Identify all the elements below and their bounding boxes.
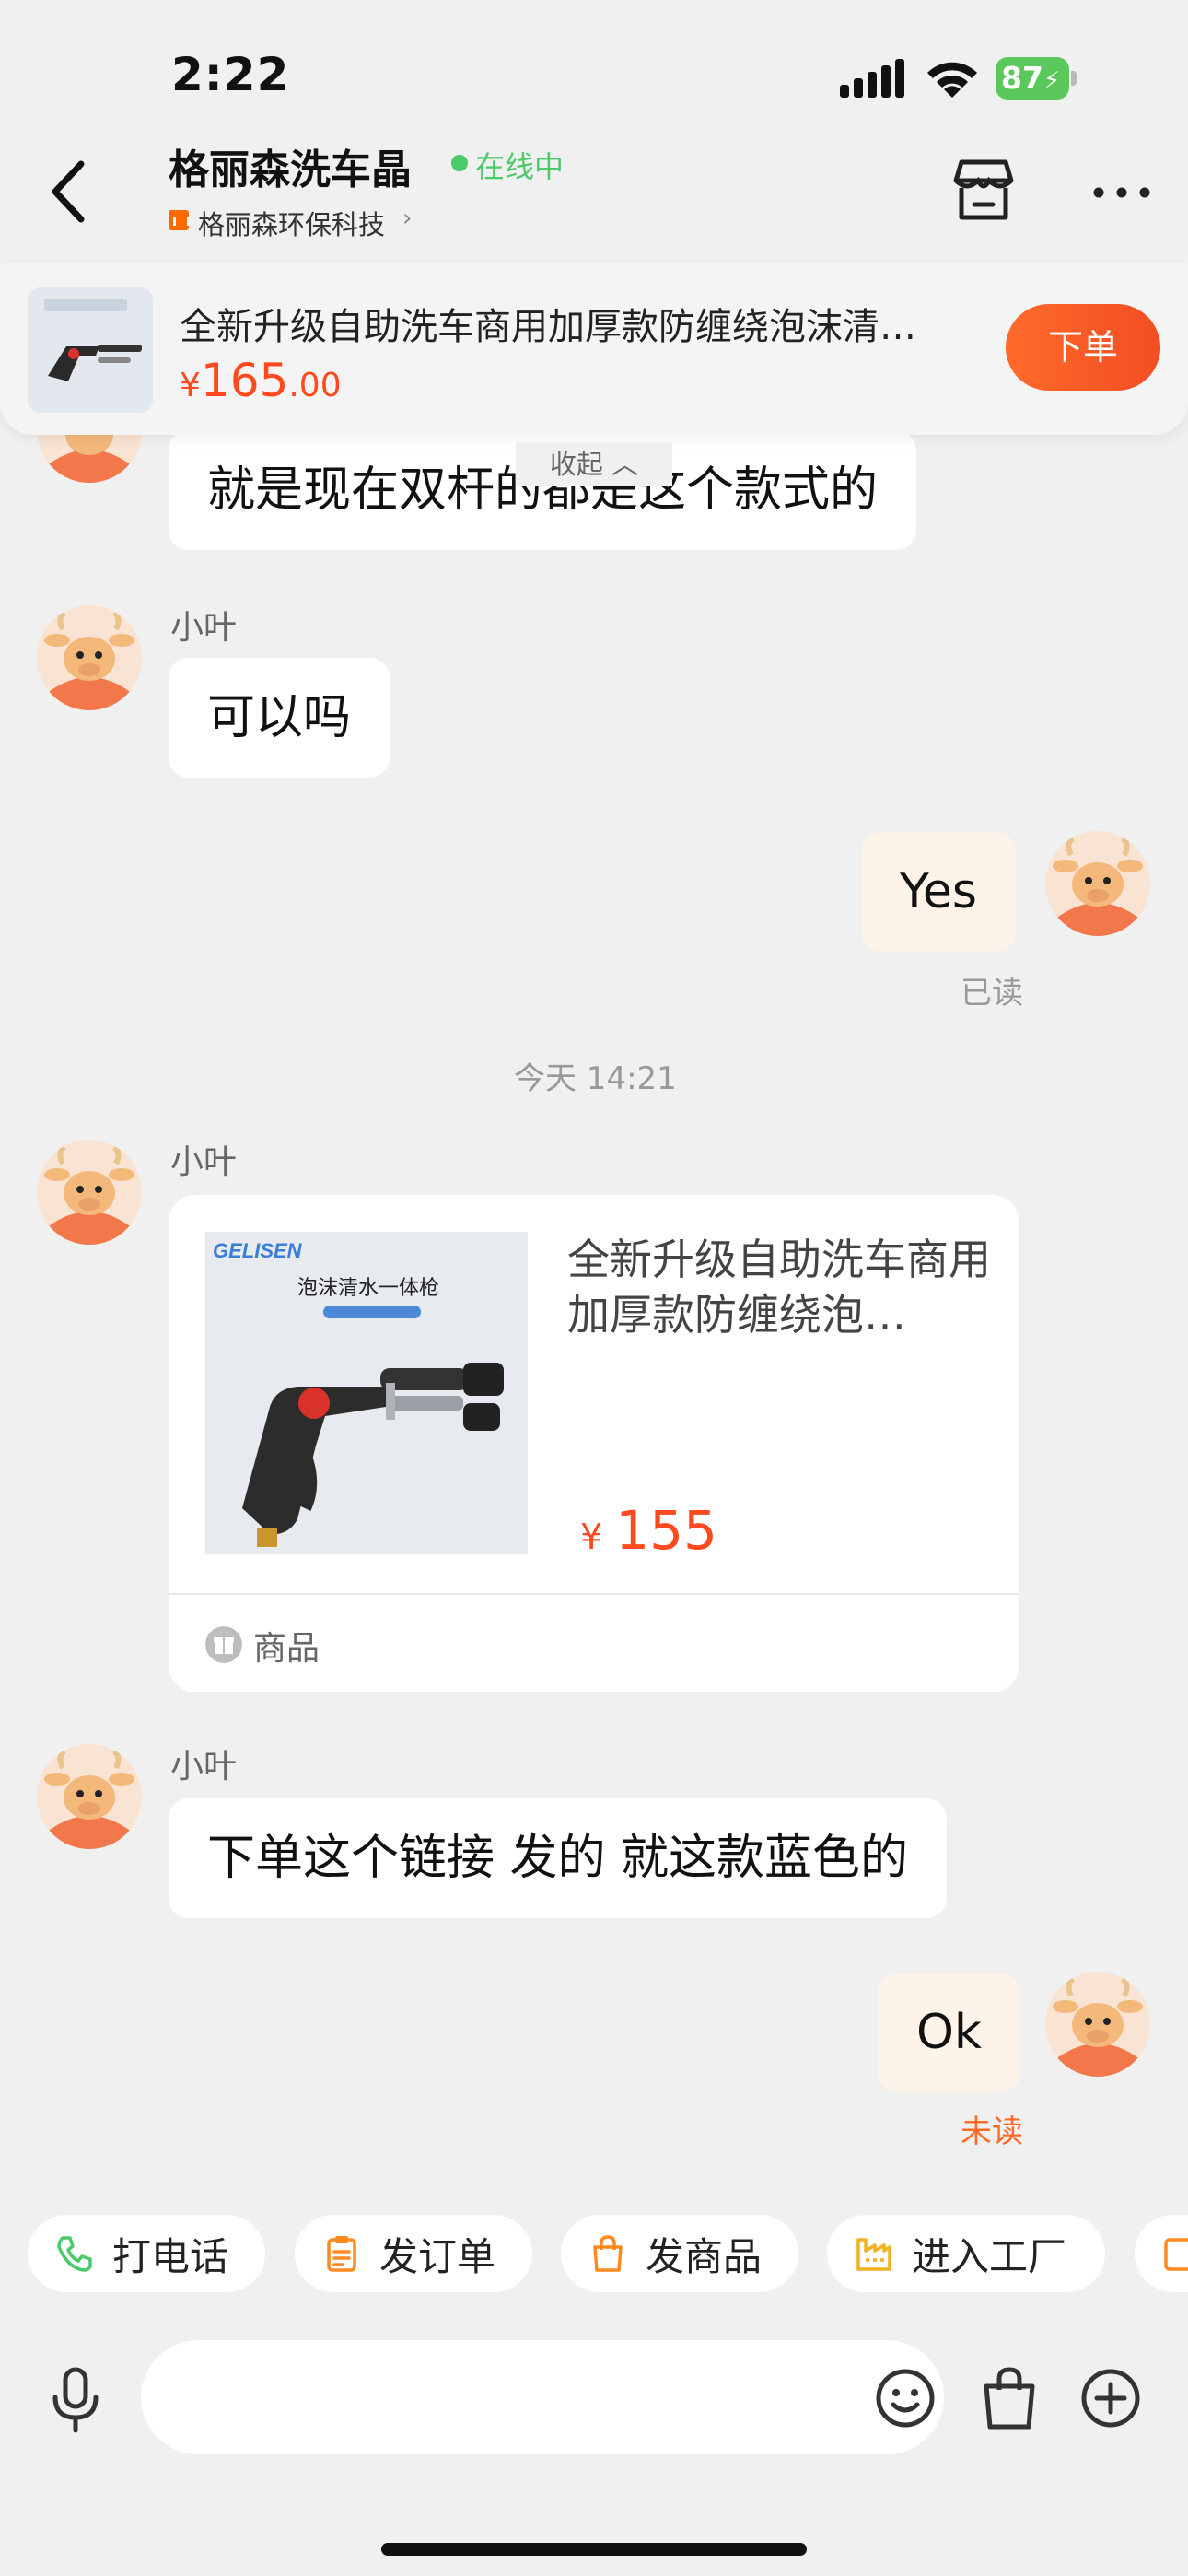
more-options-icon[interactable] (1092, 186, 1151, 199)
avatar[interactable] (37, 1140, 142, 1245)
timestamp: 今天 14:21 (514, 1060, 677, 1097)
back-arrow-icon[interactable] (44, 157, 96, 227)
avatar[interactable] (37, 605, 142, 710)
collapse-toggle[interactable]: 收起 ︿ (516, 442, 672, 486)
product-image-caption: 泡沫清水一体枪 (297, 1277, 439, 1300)
home-indicator (381, 2543, 807, 2556)
order-button[interactable]: 下单 (1006, 304, 1160, 391)
status-time: 2:22 (171, 48, 290, 101)
product-title[interactable]: 全新升级自助洗车商用加厚款防缠绕泡沫清… (180, 297, 953, 350)
quick-action-enter-factory[interactable]: 进入工厂 (827, 2215, 1105, 2292)
quick-action-send-order[interactable]: 发订单 (295, 2215, 532, 2292)
read-status: 已读 (961, 975, 1023, 1012)
phone-icon (57, 2236, 92, 2272)
message-input[interactable] (141, 2340, 944, 2454)
quick-action-more[interactable] (1135, 2215, 1188, 2292)
company-name[interactable]: 格丽森环保科技 (198, 204, 385, 242)
sender-name: 小叶 (170, 1143, 238, 1181)
chat-title[interactable]: 格丽森洗车晶 (169, 136, 412, 195)
emoji-icon[interactable] (875, 2368, 936, 2429)
clipboard-icon (327, 2236, 356, 2272)
online-status: 在线中 (475, 149, 565, 184)
gift-icon (205, 1626, 242, 1663)
my-avatar[interactable] (1045, 831, 1150, 936)
message-bubble-mine: Yes (861, 832, 1016, 952)
microphone-icon[interactable] (48, 2366, 103, 2434)
message-bubble-mine: Ok (878, 1973, 1021, 2092)
battery-indicator: 87⚡ (996, 57, 1077, 100)
sender-name: 小叶 (170, 1748, 238, 1786)
product-card-title[interactable]: 全新升级自助洗车商用加厚款防缠绕泡… (567, 1232, 991, 1342)
message-bubble: 下单这个链接 发的 就这款蓝色的 (169, 1798, 948, 1918)
product-thumbnail[interactable] (28, 287, 153, 413)
product-card-price: ¥155 (580, 1499, 717, 1562)
my-avatar[interactable] (1045, 1972, 1150, 2077)
battery-level: 87 (1001, 60, 1043, 96)
product-card-tag: 商品 (253, 1630, 320, 1668)
product-image[interactable]: GELISEN 泡沫清水一体枪 (205, 1232, 528, 1554)
avatar[interactable] (37, 1744, 142, 1849)
product-card[interactable]: GELISEN 泡沫清水一体枪 全新升级自助洗车商用加厚款防缠绕泡… ¥155 … (169, 1195, 1019, 1692)
card-divider (169, 1593, 1019, 1595)
shopping-bag-icon[interactable] (981, 2366, 1038, 2430)
online-dot (451, 155, 468, 171)
plus-icon[interactable] (1080, 2368, 1141, 2429)
wifi-icon (927, 62, 977, 98)
chevron-right-icon: › (402, 205, 413, 232)
unread-status: 未读 (961, 2113, 1023, 2150)
product-image-brand: GELISEN (213, 1239, 303, 1262)
quick-action-send-product[interactable]: 发商品 (561, 2215, 798, 2292)
bag-icon (593, 2235, 623, 2272)
document-icon (1164, 2238, 1188, 2271)
factory-icon (856, 2238, 891, 2271)
store-icon[interactable] (949, 157, 1019, 223)
shop-badge-icon (169, 210, 190, 230)
quick-action-call[interactable]: 打电话 (28, 2215, 265, 2292)
quick-action-label: 发商品 (646, 2233, 763, 2279)
sender-name: 小叶 (170, 609, 238, 647)
quick-action-label: 发订单 (379, 2233, 496, 2279)
quick-action-label: 进入工厂 (912, 2233, 1067, 2279)
product-price: ¥165.00 (180, 354, 342, 407)
message-bubble: 可以吗 (169, 658, 390, 778)
cellular-signal-icon (840, 59, 904, 98)
quick-action-label: 打电话 (112, 2233, 229, 2279)
